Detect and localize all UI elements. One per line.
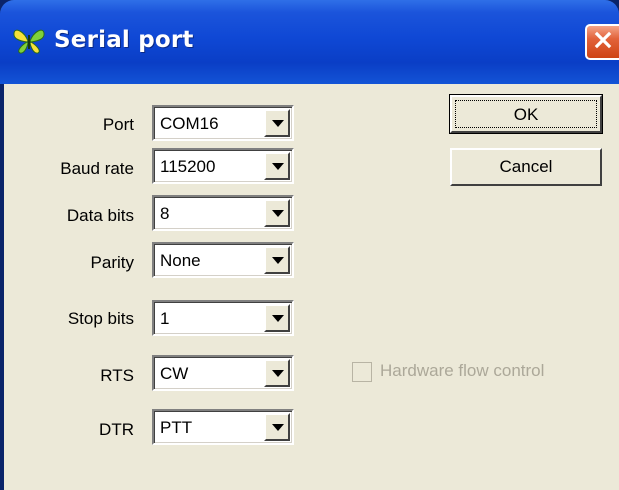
serial-port-dialog: Serial port Port COM16 Baud rate 115200 …	[0, 0, 619, 490]
rts-label: RTS	[100, 366, 134, 385]
data-bits-label: Data bits	[66, 206, 134, 225]
rts-combobox[interactable]: CW	[152, 355, 294, 391]
chevron-down-icon[interactable]	[264, 413, 290, 441]
dtr-value: PTT	[160, 418, 193, 437]
parity-value: None	[160, 251, 201, 270]
dialog-body: Port COM16 Baud rate 115200 Data bits 8 …	[4, 84, 619, 490]
port-value: COM16	[160, 114, 219, 133]
stop-bits-label: Stop bits	[67, 309, 134, 328]
cancel-button[interactable]: Cancel	[450, 148, 602, 186]
butterfly-icon	[12, 27, 46, 55]
chevron-down-icon[interactable]	[264, 304, 290, 332]
stop-bits-combobox[interactable]: 1	[152, 300, 294, 336]
close-button[interactable]	[585, 24, 619, 60]
chevron-down-icon[interactable]	[264, 199, 290, 227]
baud-rate-combobox[interactable]: 115200	[152, 148, 294, 184]
chevron-down-icon[interactable]	[264, 109, 290, 137]
close-icon	[593, 30, 613, 55]
baud-rate-label: Baud rate	[60, 159, 134, 178]
window-title: Serial port	[54, 27, 194, 53]
baud-rate-value: 115200	[160, 157, 216, 176]
chevron-down-icon[interactable]	[264, 246, 290, 274]
ok-button[interactable]: OK	[449, 94, 603, 134]
data-bits-value: 8	[160, 204, 170, 223]
chevron-down-icon[interactable]	[264, 152, 290, 180]
rts-value: CW	[160, 364, 189, 383]
title-bar[interactable]: Serial port	[0, 0, 619, 84]
parity-combobox[interactable]: None	[152, 242, 294, 278]
port-combobox[interactable]: COM16	[152, 105, 294, 141]
hardware-flow-label: Hardware flow control	[380, 361, 545, 380]
dtr-combobox[interactable]: PTT	[152, 409, 294, 445]
ok-button-label: OK	[455, 100, 597, 128]
dtr-label: DTR	[99, 420, 134, 439]
stop-bits-value: 1	[160, 309, 170, 328]
port-label: Port	[102, 115, 134, 134]
parity-label: Parity	[90, 253, 134, 272]
chevron-down-icon[interactable]	[264, 359, 290, 387]
hardware-flow-checkbox[interactable]	[352, 362, 372, 382]
data-bits-combobox[interactable]: 8	[152, 195, 294, 231]
